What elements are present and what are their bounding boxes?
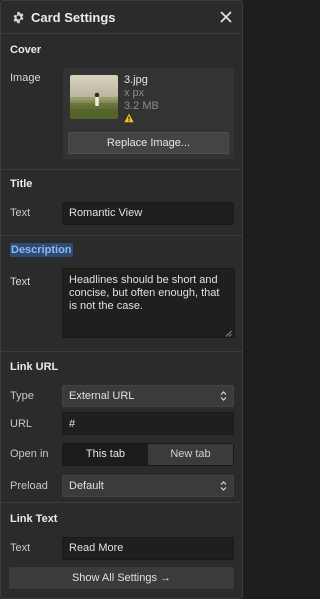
- link-type-row: Type External URL: [9, 382, 234, 410]
- select-arrows-icon: [220, 480, 227, 492]
- cover-section: Cover Image 3.jpg x px 3.2 MB Replace Im…: [1, 34, 242, 170]
- open-in-new-tab[interactable]: New tab: [148, 443, 233, 465]
- title-text-row: Text Romantic View: [9, 198, 234, 228]
- image-thumbnail[interactable]: [70, 75, 118, 119]
- preload-label: Preload: [10, 479, 48, 492]
- link-type-label: Type: [10, 390, 34, 402]
- card-settings-panel: Card Settings Cover Image 3.jpg x px 3.2…: [0, 0, 243, 599]
- panel-title: Card Settings: [31, 9, 116, 25]
- resize-handle-icon[interactable]: [225, 328, 232, 337]
- link-text-row: Text Read More: [9, 535, 234, 561]
- section-title-title: Title: [10, 178, 33, 190]
- link-text-label: Text: [10, 542, 31, 554]
- description-text-label: Text: [10, 276, 31, 288]
- warning-icon: [124, 113, 134, 123]
- open-in-toggle: This tab New tab: [62, 442, 234, 466]
- link-text-input[interactable]: Read More: [62, 536, 234, 560]
- description-text-value: Headlines should be short and concise, b…: [69, 274, 220, 312]
- select-arrows-icon: [220, 390, 227, 402]
- open-in-this-tab[interactable]: This tab: [63, 443, 148, 465]
- image-file-size: 3.2 MB: [124, 100, 159, 112]
- link-url-row: URL #: [9, 410, 234, 437]
- section-title-cover: Cover: [10, 44, 42, 56]
- description-section: Description Text Headlines should be sho…: [1, 236, 242, 352]
- open-in-label: Open in: [10, 448, 49, 460]
- preload-value: Default: [69, 479, 104, 492]
- show-all-settings-button[interactable]: Show All Settings →: [9, 567, 234, 589]
- preload-row: Preload Default: [9, 471, 234, 500]
- image-file-name: 3.jpg: [124, 74, 148, 86]
- open-in-row: Open in This tab New tab: [9, 437, 234, 471]
- title-text-label: Text: [10, 207, 31, 219]
- title-text-input[interactable]: Romantic View: [62, 201, 234, 225]
- image-preview-box: 3.jpg x px 3.2 MB Replace Image...: [62, 67, 235, 160]
- link-type-select[interactable]: External URL: [62, 385, 234, 407]
- gear-icon: [11, 10, 25, 24]
- title-section: Title Text Romantic View: [1, 170, 242, 236]
- preload-select[interactable]: Default: [62, 474, 234, 497]
- image-label: Image: [10, 72, 41, 84]
- section-title-link-text: Link Text: [10, 513, 58, 525]
- replace-image-button[interactable]: Replace Image...: [68, 132, 229, 154]
- link-url-section: Link URL Type External URL URL # Open in…: [1, 352, 242, 503]
- link-type-value: External URL: [69, 390, 135, 402]
- link-url-label: URL: [10, 417, 33, 430]
- section-title-link-url: Link URL: [10, 361, 59, 373]
- image-meta: 3.jpg x px 3.2 MB: [124, 74, 159, 123]
- description-textarea[interactable]: Headlines should be short and concise, b…: [62, 268, 235, 338]
- panel-header: Card Settings: [1, 1, 242, 34]
- link-url-input[interactable]: #: [62, 412, 234, 435]
- section-title-description: Description: [9, 236, 234, 264]
- close-icon[interactable]: [218, 9, 234, 25]
- image-dimensions: x px: [124, 87, 145, 99]
- description-title-highlight: Description: [10, 243, 73, 257]
